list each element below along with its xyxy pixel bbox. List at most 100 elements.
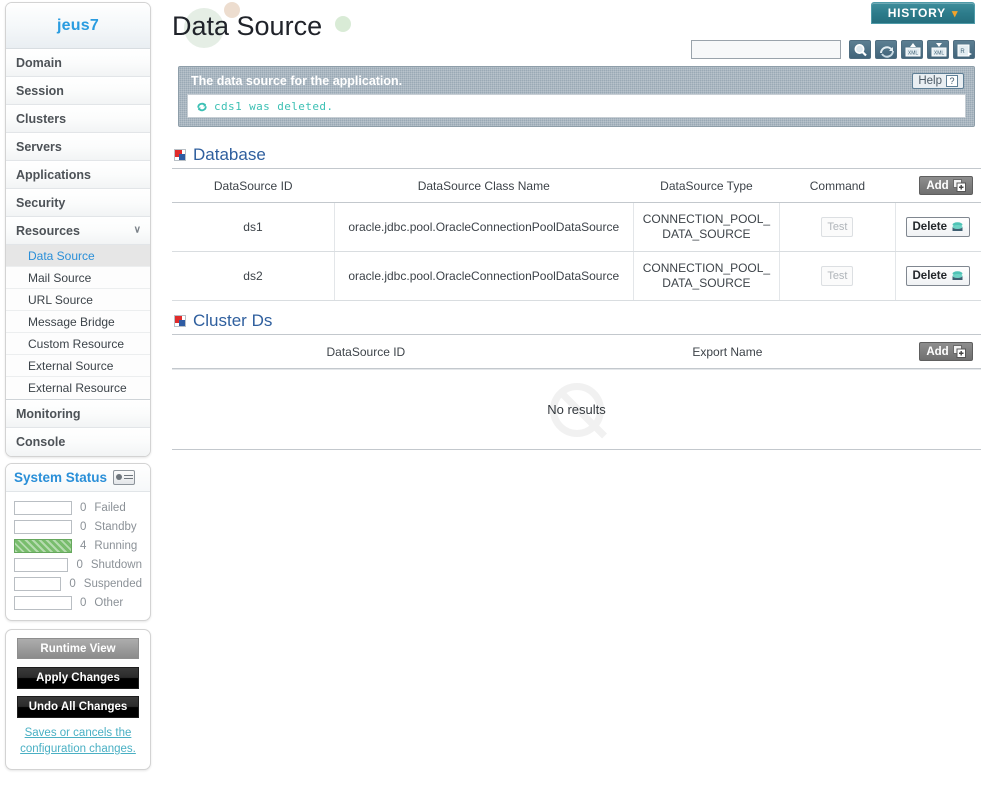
database-section: Database DataSource ID DataSource Class … [172, 142, 981, 301]
status-bar [14, 595, 72, 610]
sidebar-item-url-source[interactable]: URL Source [6, 289, 150, 311]
sidebar-item-label: Console [16, 435, 66, 449]
banner-top-row: The data source for the application. Hel… [187, 73, 966, 94]
xml-export-icon[interactable]: XML [927, 40, 949, 59]
sidebar-item-applications[interactable]: Applications [6, 161, 150, 189]
sidebar-subitem-label: Mail Source [28, 270, 92, 285]
database-table-body: ds1 oracle.jdbc.pool.OracleConnectionPoo… [172, 202, 981, 301]
no-results-text: No results [547, 402, 606, 417]
sidebar-subitem-label: URL Source [28, 292, 93, 307]
monitor-icon[interactable] [113, 470, 136, 485]
search-input[interactable] [691, 40, 841, 59]
status-row: 0 Suspended [14, 574, 142, 593]
help-button[interactable]: Help ? [912, 73, 964, 89]
sidebar-item-message-bridge[interactable]: Message Bridge [6, 311, 150, 333]
cluster-ds-empty-state: No results [172, 370, 981, 450]
sidebar-item-domain[interactable]: Domain [6, 49, 150, 77]
sidebar-nav-list: Domain Session Clusters Servers Applicat… [6, 49, 150, 456]
sidebar-item-data-source[interactable]: Data Source [6, 245, 150, 267]
cell-command: Test [779, 202, 896, 252]
status-count: 4 [80, 539, 87, 552]
cluster-ds-section: Cluster Ds DataSource ID Export Name Add [172, 308, 981, 450]
status-bar [14, 557, 69, 572]
status-label: Standby [94, 520, 137, 533]
cluster-ds-table-head: DataSource ID Export Name Add [172, 334, 981, 369]
sidebar-item-mail-source[interactable]: Mail Source [6, 267, 150, 289]
test-button[interactable]: Test [821, 217, 854, 237]
search-icon[interactable] [849, 40, 871, 59]
database-table: DataSource ID DataSource Class Name Data… [172, 168, 981, 301]
status-row: 0 Failed [14, 498, 142, 517]
refresh-icon[interactable] [875, 40, 897, 59]
status-bar [14, 576, 62, 591]
status-bar [14, 519, 72, 534]
sidebar-actions-panel: Runtime View Apply Changes Undo All Chan… [5, 629, 151, 770]
sidebar-item-external-resource[interactable]: External Resource [6, 377, 150, 399]
column-datasource-id: DataSource ID [172, 168, 335, 203]
chevron-down-icon: ∨ [133, 223, 141, 235]
section-marker-icon [174, 315, 186, 327]
svg-text:XML: XML [908, 51, 919, 57]
status-bar [14, 538, 72, 553]
sidebar-item-label: Clusters [16, 111, 67, 126]
info-banner: The data source for the application. Hel… [178, 66, 975, 127]
status-row: 4 Running [14, 536, 142, 555]
main-content: Data Source HISTORY ▾ XML XML R The data… [160, 0, 983, 798]
history-button[interactable]: HISTORY ▾ [871, 2, 975, 24]
test-button[interactable]: Test [821, 266, 854, 286]
add-cluster-ds-button[interactable]: Add [919, 342, 973, 361]
sidebar-subitem-label: External Resource [28, 381, 127, 395]
brand-label: jeus7 [57, 16, 99, 34]
column-datasource-id: DataSource ID [172, 334, 560, 369]
apply-changes-button[interactable]: Apply Changes [17, 667, 139, 689]
table-row: ds1 oracle.jdbc.pool.OracleConnectionPoo… [172, 202, 981, 252]
status-label: Running [94, 539, 138, 552]
help-label: Help [918, 75, 942, 87]
banner-description: The data source for the application. [191, 74, 403, 88]
cell-datasource-id: ds1 [172, 202, 335, 252]
status-count: 0 [76, 558, 83, 571]
sidebar-item-security[interactable]: Security [6, 189, 150, 217]
sidebar-item-label: Servers [16, 139, 62, 154]
brand-header: jeus7 [6, 3, 150, 49]
sidebar-subnav-resources: Data Source Mail Source URL Source Messa… [6, 245, 150, 400]
sidebar-subitem-label: Data Source [28, 248, 95, 263]
table-header-row: DataSource ID DataSource Class Name Data… [172, 168, 981, 203]
cluster-ds-section-title: Cluster Ds [193, 311, 273, 330]
xml-import-icon[interactable]: XML [901, 40, 923, 59]
sidebar-item-monitoring[interactable]: Monitoring [6, 400, 150, 428]
report-export-icon[interactable]: R [953, 40, 975, 59]
system-status-title: System Status [14, 470, 108, 485]
status-count: 0 [80, 501, 87, 514]
sidebar-item-resources[interactable]: Resources ∨ [6, 217, 150, 245]
delete-button[interactable]: Delete [906, 217, 971, 237]
plus-icon [952, 179, 966, 192]
config-changes-hint-link[interactable]: Saves or cancels the configuration chang… [17, 725, 139, 757]
svg-text:R: R [960, 49, 965, 55]
sidebar-item-label: Monitoring [16, 406, 81, 421]
runtime-view-button[interactable]: Runtime View [17, 638, 139, 659]
banner-message-box: cds1 was deleted. [187, 94, 966, 118]
sidebar-item-console[interactable]: Console [6, 428, 150, 456]
history-label: HISTORY [887, 6, 946, 20]
status-bar [14, 500, 72, 515]
status-row: 0 Other [14, 593, 142, 612]
page-title-area: Data Source [172, 2, 351, 48]
column-add-action: Add [895, 168, 981, 203]
sidebar-item-clusters[interactable]: Clusters [6, 105, 150, 133]
cluster-ds-table: DataSource ID Export Name Add [172, 334, 981, 369]
sidebar-item-session[interactable]: Session [6, 77, 150, 105]
status-count: 0 [80, 520, 87, 533]
sidebar-item-label: Session [16, 83, 64, 98]
sidebar-item-servers[interactable]: Servers [6, 133, 150, 161]
cell-action: Delete [895, 251, 981, 301]
undo-all-changes-button[interactable]: Undo All Changes [17, 696, 139, 718]
delete-button[interactable]: Delete [906, 266, 971, 286]
add-database-button[interactable]: Add [919, 176, 973, 195]
cluster-ds-section-header: Cluster Ds [172, 308, 981, 334]
cell-datasource-type: CONNECTION_POOL_ DATA_SOURCE [633, 251, 781, 301]
sidebar-item-external-source[interactable]: External Source [6, 355, 150, 377]
column-datasource-type: DataSource Type [633, 168, 780, 203]
sidebar-item-custom-resource[interactable]: Custom Resource [6, 333, 150, 355]
toolbar: XML XML R [691, 40, 975, 59]
